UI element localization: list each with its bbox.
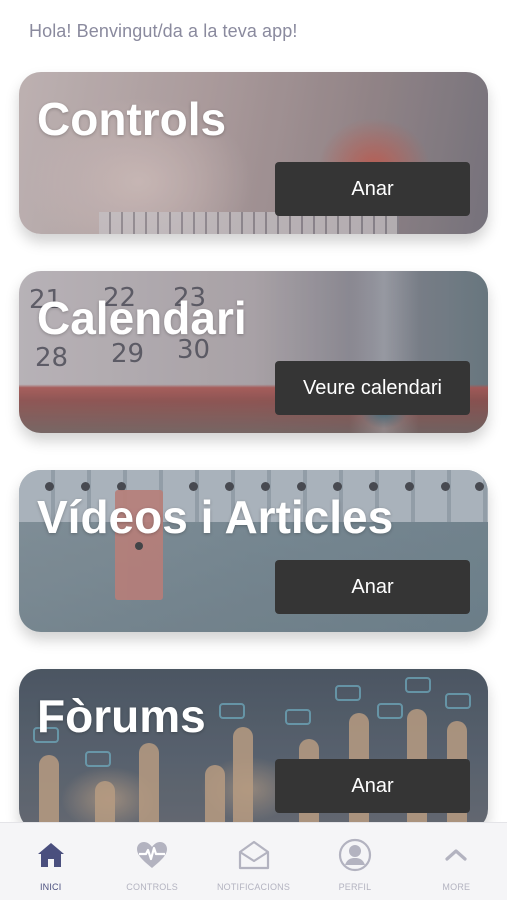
nav-label: MORE xyxy=(442,882,471,892)
bottom-nav: INICI CONTROLS NOTIFICACIONS PERFIL MORE xyxy=(0,822,507,900)
chevron-up-icon xyxy=(438,837,474,873)
card-title: Calendari xyxy=(37,292,247,344)
nav-label: PERFIL xyxy=(338,882,372,892)
home-icon xyxy=(33,837,69,873)
nav-item-controls[interactable]: CONTROLS xyxy=(101,823,202,900)
card-controls[interactable]: Controls Anar xyxy=(19,72,488,234)
envelope-icon xyxy=(236,837,272,873)
view-calendar-button[interactable]: Veure calendari xyxy=(275,361,470,415)
card-title: Fòrums xyxy=(37,690,206,742)
card-calendar[interactable]: 21 22 23 28 29 30 Calendari Veure calend… xyxy=(19,271,488,433)
nav-label: INICI xyxy=(39,882,62,892)
nav-item-notificacions[interactable]: NOTIFICACIONS xyxy=(203,823,304,900)
videos-go-button[interactable]: Anar xyxy=(275,560,470,614)
heartbeat-icon xyxy=(134,837,170,873)
nav-label: NOTIFICACIONS xyxy=(216,882,291,892)
nav-item-perfil[interactable]: PERFIL xyxy=(304,823,405,900)
card-title: Vídeos i Articles xyxy=(37,491,394,543)
user-icon xyxy=(337,837,373,873)
greeting-text: Hola! Benvingut/da a la teva app! xyxy=(29,21,298,41)
card-title: Controls xyxy=(37,93,227,145)
card-videos-articles[interactable]: Vídeos i Articles Anar xyxy=(19,470,488,632)
controls-go-button[interactable]: Anar xyxy=(275,162,470,216)
card-forums[interactable]: Fòrums Anar xyxy=(19,669,488,831)
nav-item-more[interactable]: MORE xyxy=(406,823,507,900)
nav-label: CONTROLS xyxy=(126,882,178,892)
nav-item-inici[interactable]: INICI xyxy=(0,823,101,900)
forums-go-button[interactable]: Anar xyxy=(275,759,470,813)
